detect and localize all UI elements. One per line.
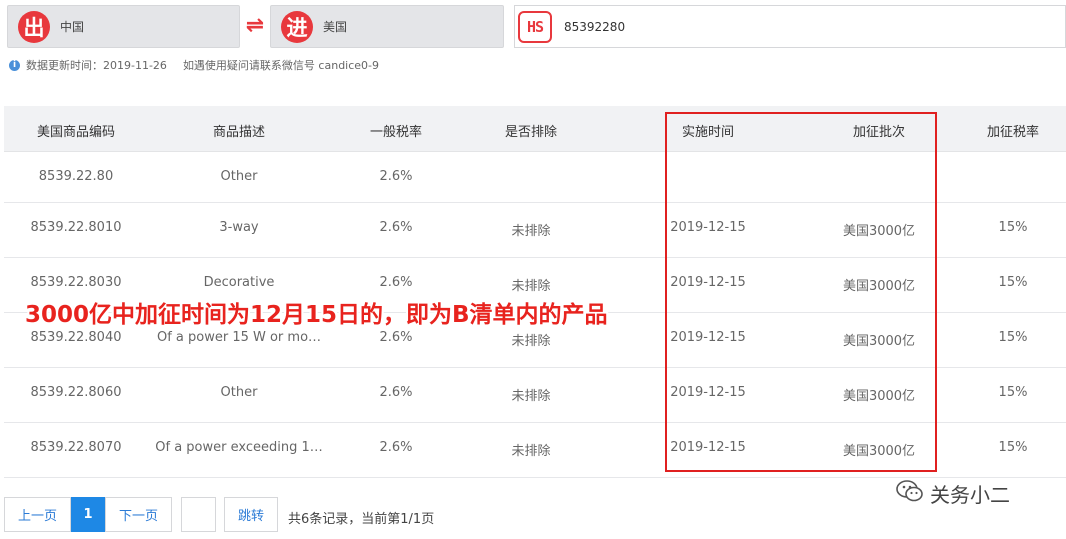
pagination-summary: 共6条记录，当前第1/1页: [288, 512, 435, 527]
hs-icon: HS: [518, 10, 552, 43]
description-cell: Of a power exceeding 1…: [155, 440, 323, 455]
general-rate-cell: 2.6%: [379, 330, 413, 345]
hs-code-search-box[interactable]: HS: [514, 5, 1066, 48]
col-description-header: 商品描述: [212, 125, 266, 140]
page-1-button[interactable]: 1: [71, 497, 105, 532]
extra-rate-cell: 15%: [998, 275, 1028, 290]
export-country-selector[interactable]: 出 中国: [7, 5, 240, 48]
export-country-value: 中国: [60, 20, 85, 34]
excluded-cell: 未排除: [511, 334, 551, 349]
export-badge-icon: 出: [18, 10, 50, 43]
general-rate-cell: 2.6%: [379, 169, 413, 184]
import-badge-icon: 进: [281, 10, 313, 43]
excluded-cell: 未排除: [511, 279, 551, 294]
col-extra-rate-header: 加征税率: [986, 125, 1040, 140]
jump-page-input[interactable]: [181, 497, 216, 532]
excluded-cell: 未排除: [511, 389, 551, 404]
swap-icon[interactable]: ⇌: [243, 15, 267, 39]
extra-rate-cell: 15%: [998, 330, 1028, 345]
hs-code-cell: 8539.22.8070: [30, 440, 122, 455]
col-hs-code-header: 美国商品编码: [36, 125, 116, 140]
hs-code-input[interactable]: [562, 18, 966, 35]
excluded-cell: 未排除: [511, 224, 551, 239]
info-line: i 数据更新时间：2019-11-26 如遇使用疑问请联系微信号 candice…: [9, 58, 709, 72]
col-general-rate-header: 一般税率: [369, 125, 423, 140]
hs-code-cell: 8539.22.80: [38, 169, 114, 184]
general-rate-cell: 2.6%: [379, 440, 413, 455]
contact-text: 如遇使用疑问请联系微信号 candice0-9: [182, 59, 380, 72]
highlight-frame: [665, 112, 937, 472]
description-cell: 3-way: [219, 220, 259, 235]
hs-code-cell: 8539.22.8030: [30, 275, 122, 290]
description-cell: Decorative: [203, 275, 275, 290]
general-rate-cell: 2.6%: [379, 220, 413, 235]
wechat-icon: [896, 479, 924, 508]
info-icon: i: [9, 59, 20, 71]
annotation-text: 3000亿中加征时间为12月15日的，即为B清单内的产品: [25, 302, 608, 328]
excluded-cell: 未排除: [511, 444, 551, 459]
watermark: 关务小二: [896, 478, 1010, 508]
description-cell: Other: [220, 385, 258, 400]
extra-rate-cell: 15%: [998, 220, 1028, 235]
general-rate-cell: 2.6%: [379, 385, 413, 400]
watermark-text: 关务小二: [930, 482, 1010, 507]
hs-code-cell: 8539.22.8010: [30, 220, 122, 235]
hs-code-cell: 8539.22.8060: [30, 385, 122, 400]
next-page-button[interactable]: 下一页: [105, 497, 172, 532]
extra-rate-cell: 15%: [998, 440, 1028, 455]
col-excluded-header: 是否排除: [504, 125, 558, 140]
general-rate-cell: 2.6%: [379, 275, 413, 290]
hs-code-cell: 8539.22.8040: [30, 330, 122, 345]
prev-page-button[interactable]: 上一页: [4, 497, 71, 532]
jump-button[interactable]: 跳转: [224, 497, 278, 532]
update-time-text: 数据更新时间：2019-11-26: [26, 59, 167, 72]
description-cell: Of a power 15 W or mo…: [156, 330, 322, 345]
import-country-selector[interactable]: 进 美国: [270, 5, 504, 48]
description-cell: Other: [220, 169, 258, 184]
extra-rate-cell: 15%: [998, 385, 1028, 400]
import-country-value: 美国: [323, 20, 348, 34]
